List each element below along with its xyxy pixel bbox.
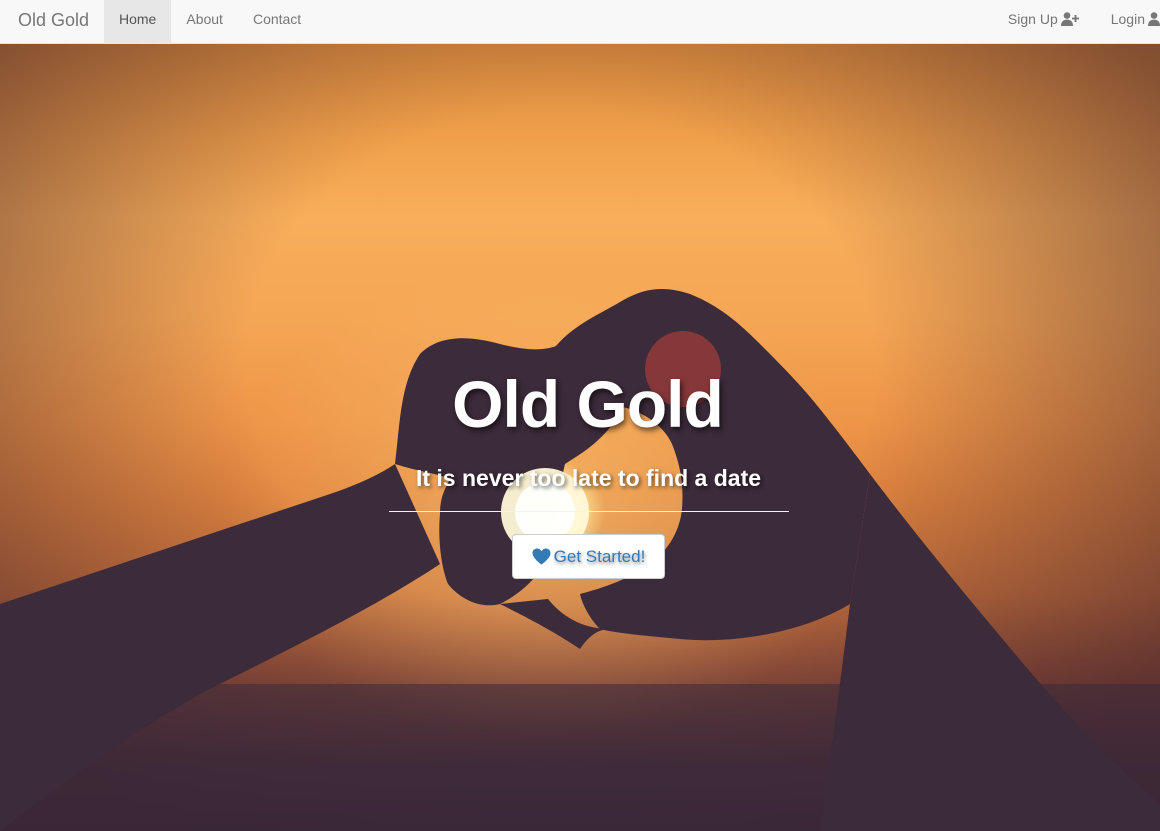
hero-divider [389, 511, 789, 512]
hero-title: Old Gold [452, 367, 724, 441]
get-started-button[interactable]: Get Started! [512, 534, 665, 579]
hero-subtitle-emphasis: date [713, 465, 762, 491]
signup-label: Sign Up [1007, 11, 1058, 27]
page: Old Gold Home About Contact Sign Up Logi… [0, 0, 1160, 831]
login-link[interactable]: Login [1096, 0, 1160, 44]
nav-right-links: Sign Up Login [993, 0, 1160, 44]
user-icon [1148, 12, 1160, 26]
brand-link[interactable]: Old Gold [18, 0, 89, 44]
nav-contact-link[interactable]: Contact [238, 0, 316, 44]
hero-section: Old Gold It is never too late to find a … [0, 44, 1160, 831]
nav-links: Home About Contact [104, 0, 316, 44]
login-label: Login [1110, 11, 1145, 27]
heart-icon [532, 548, 551, 565]
navbar: Old Gold Home About Contact Sign Up Logi… [0, 0, 1160, 44]
hero-subtitle-text: It is never too late to find a [415, 465, 714, 491]
nav-home-link[interactable]: Home [104, 0, 172, 44]
signup-link[interactable]: Sign Up [993, 0, 1091, 44]
get-started-label: Get Started! [553, 546, 646, 566]
hero-subtitle: It is never too late to find a date [0, 465, 1160, 492]
user-plus-icon [1060, 12, 1079, 26]
nav-about-link[interactable]: About [171, 0, 238, 44]
